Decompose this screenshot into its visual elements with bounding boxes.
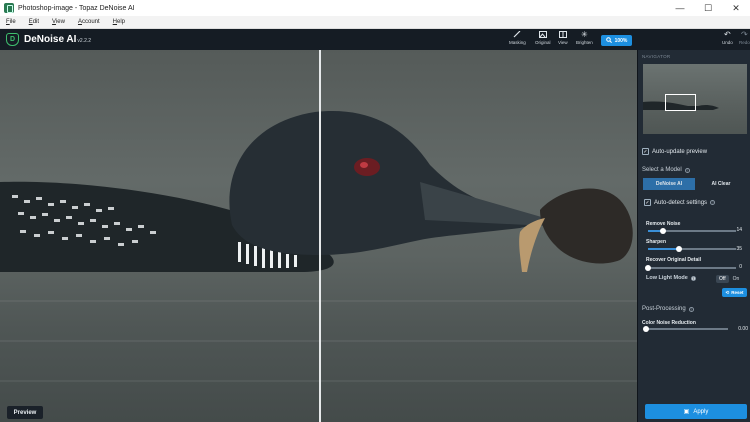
- undo-button[interactable]: ↶ Undo: [722, 30, 733, 45]
- slider-fill: [648, 248, 679, 250]
- toggle-on[interactable]: On: [733, 276, 740, 282]
- color-noise-label: Color Noise Reduction: [642, 320, 696, 326]
- help-icon[interactable]: ?: [690, 275, 696, 281]
- split-divider-handle[interactable]: [319, 50, 321, 422]
- remove-noise-value[interactable]: 14: [736, 227, 742, 233]
- undo-icon: ↶: [724, 30, 731, 39]
- menu-bar: File Edit View Account Help: [0, 16, 750, 29]
- auto-detect-label: Auto-detect settings: [654, 199, 708, 206]
- sun-icon: ✳: [581, 30, 588, 39]
- slider-thumb[interactable]: [645, 264, 651, 271]
- masking-tool[interactable]: Masking: [509, 31, 526, 45]
- reset-label: Reset: [731, 290, 744, 295]
- color-noise-value[interactable]: 0.00: [738, 326, 748, 332]
- toggle-off[interactable]: Off: [716, 275, 729, 283]
- menu-help[interactable]: Help: [113, 19, 125, 25]
- model-tabs: DeNoise AI AI Clear: [643, 178, 747, 190]
- sharpen-value[interactable]: 35: [736, 246, 742, 252]
- auto-update-checkbox[interactable]: ✓: [642, 148, 649, 155]
- reset-icon: ⟲: [725, 289, 730, 295]
- auto-update-row[interactable]: ✓ Auto-update preview: [642, 148, 707, 155]
- topaz-app-icon: [4, 3, 14, 13]
- close-button[interactable]: ✕: [722, 0, 750, 16]
- maximize-button[interactable]: ☐: [694, 0, 722, 16]
- brighten-label: Brighten: [576, 40, 593, 45]
- auto-update-label: Auto-update preview: [652, 148, 708, 155]
- menu-account[interactable]: Account: [78, 19, 100, 25]
- undo-label: Undo: [722, 40, 733, 45]
- help-icon[interactable]: ?: [684, 167, 690, 173]
- apply-label: Apply: [693, 408, 709, 415]
- help-icon[interactable]: ?: [688, 306, 694, 312]
- brighten-tool[interactable]: ✳ Brighten: [576, 30, 593, 45]
- split-view-icon: [558, 31, 567, 38]
- auto-detect-row[interactable]: ✓ Auto-detect settings ?: [644, 199, 716, 206]
- tab-denoise-ai[interactable]: DeNoise AI: [643, 178, 695, 190]
- navigator-viewport-frame[interactable]: [665, 94, 696, 111]
- menu-file[interactable]: File: [6, 19, 16, 25]
- low-light-label: Low Light Mode: [646, 275, 688, 281]
- redo-button[interactable]: ↷ Redo: [739, 30, 750, 45]
- color-noise-slider[interactable]: [643, 325, 728, 332]
- redo-icon: ↷: [741, 30, 748, 39]
- image-canvas[interactable]: [0, 50, 637, 422]
- view-tool[interactable]: View: [558, 31, 568, 45]
- redo-label: Redo: [739, 40, 750, 45]
- original-tool[interactable]: Original: [535, 31, 551, 45]
- app-toolbar: D DeNoise AI v2.2.2: [0, 29, 750, 50]
- brand-name: DeNoise AI: [24, 34, 77, 45]
- brand: D DeNoise AI v2.2.2: [6, 33, 91, 46]
- remove-noise-label: Remove Noise: [646, 221, 681, 227]
- zoom-level: 100%: [614, 37, 628, 44]
- apply-button[interactable]: ▣ Apply: [645, 404, 747, 419]
- slider-thumb[interactable]: [675, 245, 682, 252]
- post-processing-heading: Post-Processing ?: [642, 306, 694, 312]
- recover-detail-value[interactable]: 0: [739, 264, 742, 270]
- slider-thumb[interactable]: [643, 325, 649, 332]
- masking-label: Masking: [509, 40, 526, 45]
- brand-version: v2.2.2: [77, 38, 92, 44]
- remove-noise-slider[interactable]: [648, 227, 736, 234]
- sharpen-label: Sharpen: [646, 239, 667, 245]
- denoise-logo-icon: D: [6, 33, 19, 46]
- menu-view[interactable]: View: [52, 19, 65, 25]
- save-icon: ▣: [683, 409, 690, 415]
- select-model-label: Select a Model: [642, 167, 682, 173]
- navigator-thumbnail[interactable]: [643, 64, 747, 134]
- sharpen-slider[interactable]: [648, 245, 736, 252]
- slider-thumb[interactable]: [659, 227, 666, 234]
- reset-button[interactable]: ⟲ Reset: [722, 288, 747, 297]
- window-titlebar: Photoshop-image - Topaz DeNoise AI — ☐ ✕: [0, 0, 750, 16]
- menu-edit[interactable]: Edit: [29, 19, 39, 25]
- navigator-title: NAVIGATOR: [642, 54, 671, 59]
- recover-detail-slider[interactable]: [645, 264, 736, 271]
- brush-icon: [513, 31, 521, 38]
- image-icon: [538, 31, 547, 38]
- view-label: View: [558, 40, 568, 45]
- original-label: Original: [535, 40, 551, 45]
- magnifier-icon: [605, 36, 612, 45]
- settings-panel: NAVIGATOR ✓ Auto-update preview Select a…: [637, 50, 750, 422]
- low-light-toggle[interactable]: Off On: [716, 275, 739, 283]
- recover-detail-label: Recover Original Detail: [646, 257, 702, 263]
- help-icon[interactable]: ?: [710, 200, 716, 205]
- select-model-heading: Select a Model ?: [642, 167, 690, 173]
- minimize-button[interactable]: —: [666, 0, 694, 16]
- window-title: Photoshop-image - Topaz DeNoise AI: [18, 4, 135, 12]
- preview-label: Preview: [7, 406, 43, 419]
- zoom-button[interactable]: 100%: [601, 35, 632, 46]
- auto-detect-checkbox[interactable]: ✓: [644, 199, 651, 206]
- tab-ai-clear[interactable]: AI Clear: [695, 178, 747, 190]
- post-processing-label: Post-Processing: [642, 306, 686, 312]
- low-light-heading: Low Light Mode ?: [646, 275, 696, 281]
